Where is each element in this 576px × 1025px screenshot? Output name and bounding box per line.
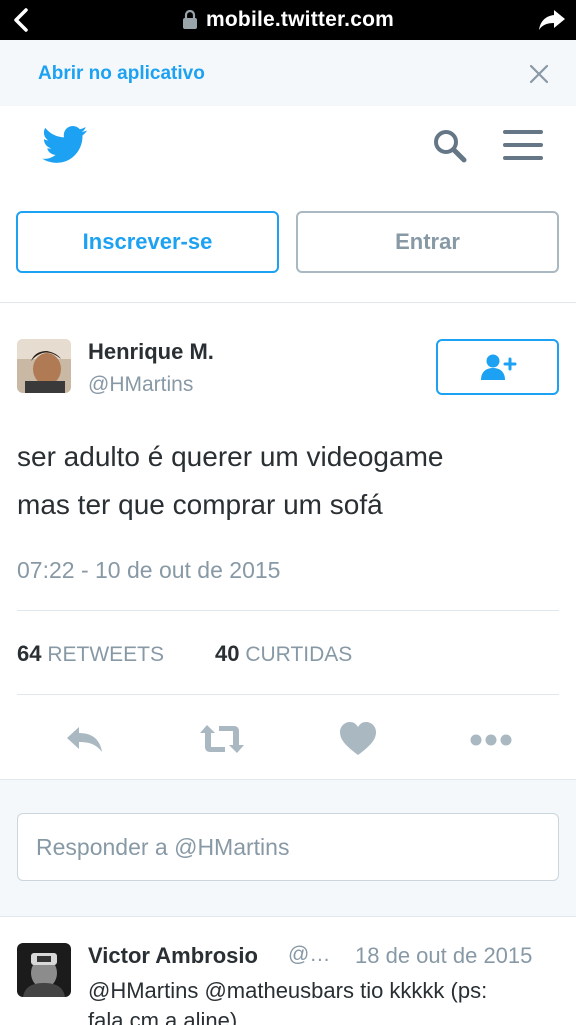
tweet-text-line: mas ter que comprar um sofá [17,489,383,520]
tweet-author-name[interactable]: Henrique M. [88,339,214,365]
reply-author-handle[interactable]: @… [288,943,330,967]
heart-icon[interactable] [338,721,378,757]
divider [17,610,559,611]
follow-user-icon [480,354,516,380]
more-icon[interactable] [469,721,513,757]
tweet-text-line: ser adulto é querer um videogame [17,441,444,472]
search-icon[interactable] [432,128,468,164]
url-text: mobile.twitter.com [206,8,394,31]
retweets-stat[interactable]: 64 RETWEETS [17,641,164,667]
likes-label: CURTIDAS [245,643,353,666]
reply-input-placeholder: Responder a @HMartins [36,833,290,860]
tweet-text: ser adulto é querer um videogame mas ter… [17,433,562,529]
divider [17,694,559,695]
likes-count: 40 [215,641,240,666]
likes-stat[interactable]: 40 CURTIDAS [215,641,352,667]
site-header: Inscrever-se Entrar [0,106,576,303]
reply-icon[interactable] [65,721,105,757]
tweet-card: Henrique M. @HMartins ser adulto é quere… [0,303,576,780]
reply-tweet[interactable]: Victor Ambrosio @… 18 de out de 2015 @HM… [0,916,576,1025]
address-bar[interactable]: mobile.twitter.com [0,0,576,40]
twitter-bird-icon[interactable] [42,126,88,164]
lock-icon [183,10,198,29]
follow-button[interactable] [436,339,559,395]
reply-text-line: fala cm a aline) [88,1008,238,1025]
tweet-timestamp[interactable]: 07:22 - 10 de out de 2015 [17,557,280,584]
login-button[interactable]: Entrar [296,211,559,273]
reply-author-name[interactable]: Victor Ambrosio [88,943,258,969]
signup-button[interactable]: Inscrever-se [16,211,279,273]
reply-text: @HMartins @matheusbars tio kkkkk (ps: fa… [88,976,558,1025]
close-icon[interactable] [529,64,549,84]
app-banner: Abrir no aplicativo [0,40,576,107]
retweet-icon[interactable] [199,721,245,757]
tweet-actions [0,721,576,761]
hamburger-menu-icon[interactable] [503,128,543,162]
retweets-count: 64 [17,641,42,666]
reply-text-line: @HMartins @matheusbars tio kkkkk (ps: [88,978,488,1003]
reply-date[interactable]: 18 de out de 2015 [355,943,532,969]
avatar[interactable] [17,943,71,997]
share-icon[interactable] [538,8,566,32]
reply-input[interactable]: Responder a @HMartins [17,813,559,881]
tweet-author-handle[interactable]: @HMartins [88,373,193,397]
avatar[interactable] [17,339,71,393]
browser-bar: mobile.twitter.com [0,0,576,40]
retweets-label: RETWEETS [47,643,164,666]
open-in-app-link[interactable]: Abrir no aplicativo [38,63,205,85]
